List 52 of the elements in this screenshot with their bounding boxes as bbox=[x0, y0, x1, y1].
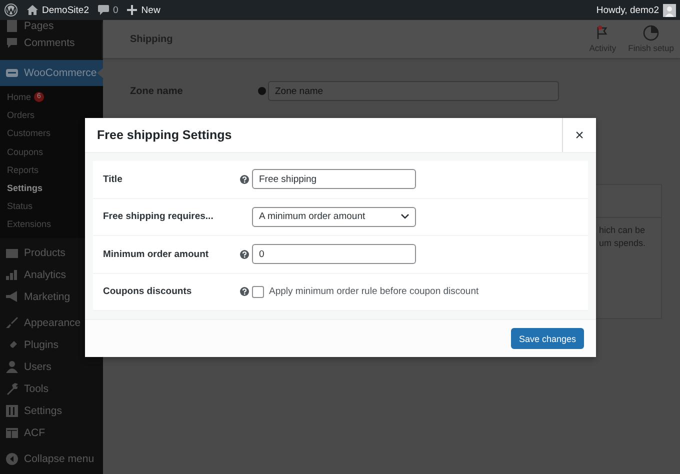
menu-item[interactable]: Plugins bbox=[0, 334, 103, 356]
wordpress-logo-icon[interactable] bbox=[4, 3, 18, 17]
field-label: Title bbox=[103, 174, 124, 185]
field-label: Coupons discounts bbox=[103, 286, 193, 298]
close-button[interactable]: × bbox=[562, 118, 596, 152]
person-icon bbox=[6, 360, 18, 372]
megaphone-icon bbox=[6, 290, 18, 302]
new-link[interactable]: New bbox=[127, 4, 160, 16]
field-label: Minimum order amount bbox=[103, 248, 210, 260]
plus-icon bbox=[127, 5, 138, 15]
menu-item[interactable]: Analytics bbox=[0, 264, 103, 286]
checkbox-label: Apply minimum order rule before coupon discount bbox=[269, 286, 479, 298]
dropdown[interactable]: A minimum order amount bbox=[252, 206, 416, 227]
sliders-icon bbox=[6, 404, 18, 416]
menu-item[interactable]: Comments bbox=[0, 32, 103, 54]
menu-item[interactable]: Pages bbox=[0, 20, 103, 32]
home-icon bbox=[27, 5, 38, 15]
brush-icon bbox=[6, 316, 18, 328]
submenu-item[interactable]: Orders bbox=[0, 106, 103, 124]
menu-item[interactable]: Products bbox=[0, 242, 103, 264]
menu-item[interactable]: Users bbox=[0, 356, 103, 378]
speech-bubble-icon bbox=[98, 5, 109, 15]
site-name[interactable]: DemoSite2 bbox=[42, 4, 89, 16]
text-field[interactable]: 0 bbox=[252, 244, 416, 264]
page-icon bbox=[6, 20, 18, 32]
menu-item[interactable]: Appearance bbox=[0, 312, 103, 334]
menu-item[interactable]: ACF bbox=[0, 422, 103, 444]
new-label[interactable]: New bbox=[141, 4, 160, 16]
avatar-icon bbox=[663, 4, 676, 16]
bar-chart-icon bbox=[6, 268, 18, 280]
save-button[interactable]: Save changes bbox=[510, 328, 584, 349]
account-link[interactable]: Howdy, demo2 bbox=[596, 4, 676, 16]
store-icon bbox=[6, 67, 18, 79]
greeting[interactable]: Howdy, demo2 bbox=[596, 4, 659, 16]
chevron-down-icon bbox=[401, 214, 409, 220]
menu-item[interactable]: Collapse menu bbox=[0, 448, 103, 470]
menu-item[interactable]: Tools bbox=[0, 378, 103, 400]
comment-count: 0 bbox=[113, 4, 118, 16]
comments-link[interactable]: 0 bbox=[98, 4, 118, 16]
menu-item[interactable]: Marketing bbox=[0, 286, 103, 308]
text-field[interactable]: Free shipping bbox=[252, 169, 416, 190]
site-link[interactable]: DemoSite2 bbox=[27, 4, 89, 16]
modal-title: Free shipping Settings bbox=[97, 128, 233, 142]
table-icon bbox=[6, 426, 18, 438]
menu-item[interactable]: WooCommerce bbox=[0, 60, 103, 86]
speech-bubble-icon bbox=[6, 37, 18, 49]
progress-circle-icon bbox=[643, 25, 660, 41]
menu-item[interactable]: Settings bbox=[0, 400, 103, 422]
checkbox[interactable] bbox=[252, 286, 264, 298]
field-label: Free shipping requires... bbox=[103, 211, 214, 222]
zone-name-field[interactable]: Zone name bbox=[268, 81, 559, 101]
wrench-icon bbox=[6, 382, 18, 394]
